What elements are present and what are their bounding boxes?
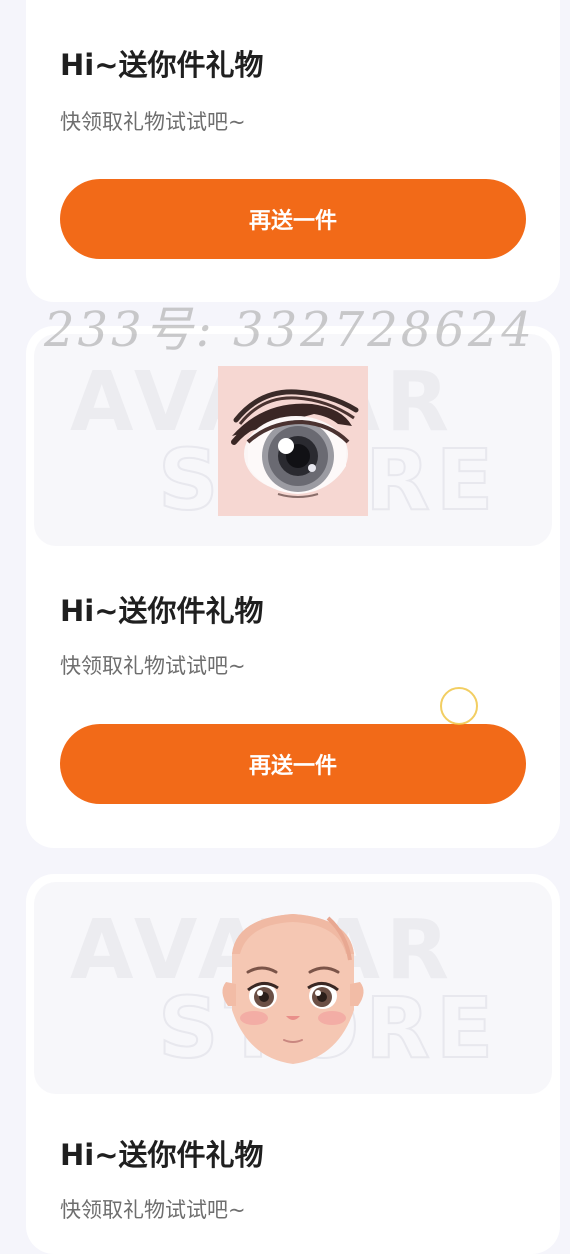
send-another-button[interactable]: 再送一件: [60, 179, 526, 259]
gift-card-2: AVATAR STORE Hi~送你件礼物 快领取礼物试试吧: [26, 326, 560, 848]
gift-subtitle: 快领取礼物试试吧~: [60, 654, 246, 678]
gift-title: Hi~送你件礼物: [60, 594, 264, 628]
gift-title: Hi~送你件礼物: [60, 48, 264, 82]
anime-eye-image: [218, 366, 368, 516]
gift-subtitle: 快领取礼物试试吧~: [60, 110, 246, 134]
send-another-button[interactable]: 再送一件: [60, 724, 526, 804]
gift-card-1: Hi~送你件礼物 快领取礼物试试吧~ 再送一件: [26, 0, 560, 302]
gift-card-3: AVATAR STORE: [26, 874, 560, 1254]
anime-face-image: [218, 914, 368, 1064]
gift-preview[interactable]: AVATAR STORE: [34, 882, 552, 1094]
gift-title: Hi~送你件礼物: [60, 1138, 264, 1172]
gift-preview[interactable]: AVATAR STORE: [34, 334, 552, 546]
